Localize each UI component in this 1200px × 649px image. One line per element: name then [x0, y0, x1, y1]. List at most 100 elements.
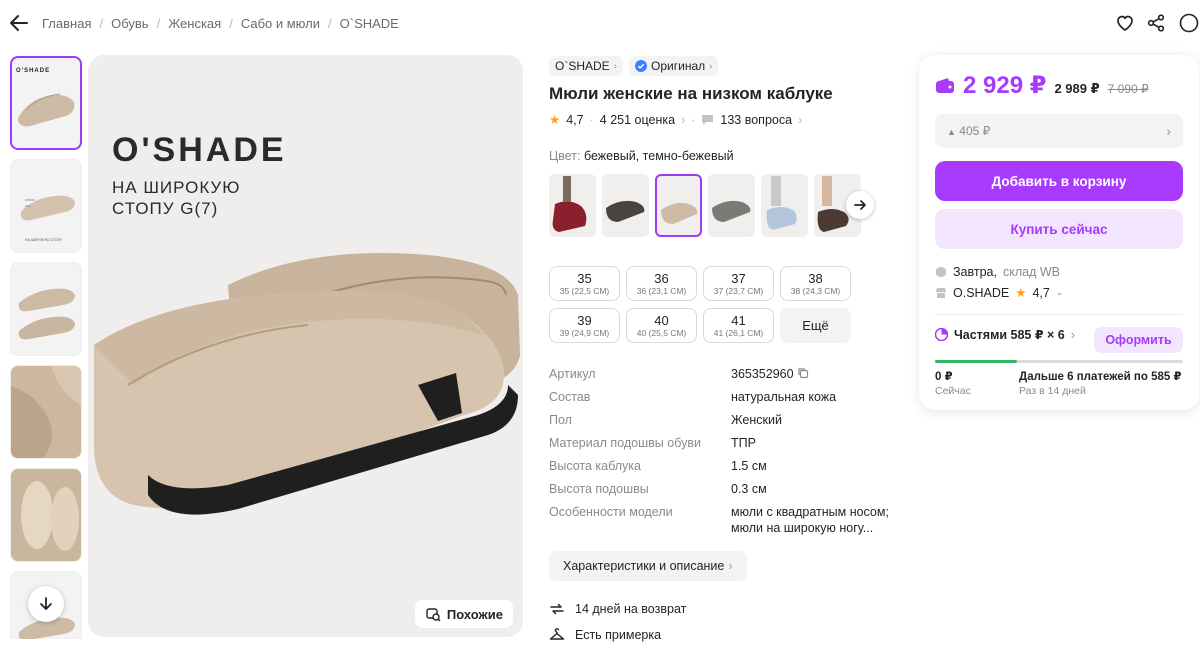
shop-icon [936, 287, 946, 298]
color-value: бежевый, темно-бежевый [583, 149, 734, 163]
similar-button[interactable]: Похожие [414, 600, 513, 628]
spec-value: Женский [731, 413, 782, 427]
original-chip[interactable]: Оригинал › [629, 56, 719, 76]
thumbnail[interactable] [10, 365, 82, 459]
color-swatch[interactable] [708, 174, 755, 237]
more-sizes-button[interactable]: Ещё [780, 308, 851, 343]
thumbnail[interactable] [10, 468, 82, 562]
fitting-text: Есть примерка [575, 628, 662, 642]
delivery-date: Завтра, [953, 265, 997, 279]
size-selector: 35 35 (22,5 СМ) 36 36 (23,1 СМ) 37 37 (23,7… [549, 266, 859, 343]
color-label-prefix: Цвет: [549, 149, 581, 163]
seller-info[interactable]: O.SHADE ★ 4,7 ⌄ [935, 285, 1063, 300]
size-number: 35 [577, 271, 592, 286]
color-swatch[interactable] [549, 174, 596, 237]
chevron-right-icon: › [681, 112, 686, 127]
scroll-down-button[interactable] [28, 586, 64, 622]
installments-info[interactable]: Частями 585 ₽ × 6 › [935, 327, 1075, 342]
spec-key: Состав [549, 390, 591, 404]
breadcrumb-item[interactable]: O`SHADE [340, 16, 399, 31]
size-option[interactable]: 41 41 (26,1 СМ) [703, 308, 774, 343]
swatches-next-button[interactable] [846, 191, 874, 219]
size-number: 40 [654, 313, 669, 328]
hanger-icon [549, 628, 565, 640]
spec-row: Артикул 365352960 [549, 366, 909, 382]
color-swatch[interactable] [761, 174, 808, 237]
color-swatch[interactable] [655, 174, 702, 237]
spec-row: Материал подошвы обуви ТПР [549, 435, 909, 451]
wallet-icon [936, 77, 954, 93]
size-cm: 38 (24,3 СМ) [790, 286, 841, 296]
installments-progress [935, 360, 1183, 363]
thumbnail[interactable]: НА ШИРОКУЮ СТОПУ [10, 159, 82, 253]
breadcrumb-item[interactable]: Обувь [111, 16, 148, 31]
size-option[interactable]: 37 37 (23,7 СМ) [703, 266, 774, 301]
size-option[interactable]: 38 38 (24,3 СМ) [780, 266, 851, 301]
installments-progress-fill [935, 360, 1017, 363]
installments-label: Частями 585 ₽ × 6 [954, 328, 1065, 342]
later-amount: Дальше 6 платежей по 585 ₽ [1019, 371, 1182, 383]
later-label: Раз в 14 дней [1019, 385, 1086, 397]
size-number: 41 [731, 313, 746, 328]
seller-name: O.SHADE [953, 285, 1010, 300]
size-cm: 36 (23,1 СМ) [636, 286, 687, 296]
format-installments-button[interactable]: Оформить [1094, 327, 1183, 353]
price-history-value: ▲ 405 ₽ [947, 124, 990, 138]
share-icon[interactable] [1146, 13, 1166, 33]
old-price: 7 090 ₽ [1107, 82, 1149, 96]
size-cm: 40 (25,5 СМ) [636, 328, 687, 338]
payment-later: Дальше 6 платежей по 585 ₽ Раз в 14 дней [1019, 370, 1181, 398]
installments-icon [935, 328, 948, 341]
chevron-right-icon: › [1070, 327, 1075, 342]
reviews-link[interactable]: 4 251 оценка [600, 113, 675, 127]
return-info: 14 дней на возврат [549, 601, 686, 617]
breadcrumb-item[interactable]: Женская [168, 16, 221, 31]
size-option[interactable]: 36 36 (23,1 СМ) [626, 266, 697, 301]
size-option[interactable]: 40 40 (25,5 СМ) [626, 308, 697, 343]
description-button[interactable]: Характеристики и описание › [549, 551, 747, 581]
spec-key: Высота подошвы [549, 482, 649, 496]
thumbnail[interactable]: O'SHADE [10, 56, 82, 150]
size-number: 37 [731, 271, 746, 286]
color-swatch[interactable] [602, 174, 649, 237]
size-cm: 35 (22,5 СМ) [559, 286, 610, 296]
size-cm: 37 (23,7 СМ) [713, 286, 764, 296]
back-arrow-icon[interactable] [8, 12, 30, 34]
price-change: 405 ₽ [959, 124, 991, 138]
breadcrumb-item[interactable]: Главная [42, 16, 91, 31]
brand-chip[interactable]: O`SHADE › [549, 56, 624, 76]
questions-link[interactable]: 133 вопроса [720, 113, 792, 127]
heart-icon[interactable] [1115, 13, 1135, 33]
arrow-right-icon [854, 200, 866, 210]
spec-value: 365352960 [731, 366, 909, 382]
spec-list: Артикул 365352960 Состав натуральная кожа … [549, 366, 909, 543]
copy-icon[interactable] [797, 367, 809, 379]
size-option[interactable]: 35 35 (22,5 СМ) [549, 266, 620, 301]
spec-value: натуральная кожа [731, 390, 837, 404]
breadcrumb-separator: / [229, 16, 233, 31]
thumbnail[interactable] [10, 262, 82, 356]
arrow-down-icon [40, 597, 52, 610]
spec-row: Состав натуральная кожа [549, 389, 909, 405]
breadcrumb-separator: / [99, 16, 104, 31]
triangle-up-icon: ▲ [947, 127, 956, 137]
spec-row: Высота каблука 1.5 см [549, 458, 909, 474]
breadcrumb-separator: / [328, 16, 332, 31]
seller-rating: 4,7 [1032, 285, 1050, 300]
add-to-cart-button[interactable]: Добавить в корзину [935, 161, 1183, 201]
price-row: 2 929 ₽ 2 989 ₽ 7 090 ₽ [935, 71, 1149, 100]
regular-price: 2 989 ₽ [1054, 81, 1100, 96]
product-main-image[interactable]: O'SHADE НА ШИРОКУЮ СТОПУ G(7) Похожие [88, 55, 523, 637]
thumbnail-brand: O'SHADE [16, 68, 51, 74]
price-history-button[interactable]: ▲ 405 ₽ › [935, 114, 1183, 148]
now-amount: 0 ₽ [935, 371, 953, 383]
size-option[interactable]: 39 39 (24,9 СМ) [549, 308, 620, 343]
more-icon[interactable] [1178, 13, 1199, 33]
breadcrumb-item[interactable]: Сабо и мюли [241, 16, 320, 31]
mules-illustration [94, 253, 520, 515]
warehouse: склад WB [1002, 265, 1060, 279]
star-icon: ★ [1015, 286, 1027, 300]
spec-value: 0.3 см [731, 482, 767, 496]
buy-now-button[interactable]: Купить сейчас [935, 209, 1183, 249]
chevron-right-icon: › [728, 559, 733, 573]
